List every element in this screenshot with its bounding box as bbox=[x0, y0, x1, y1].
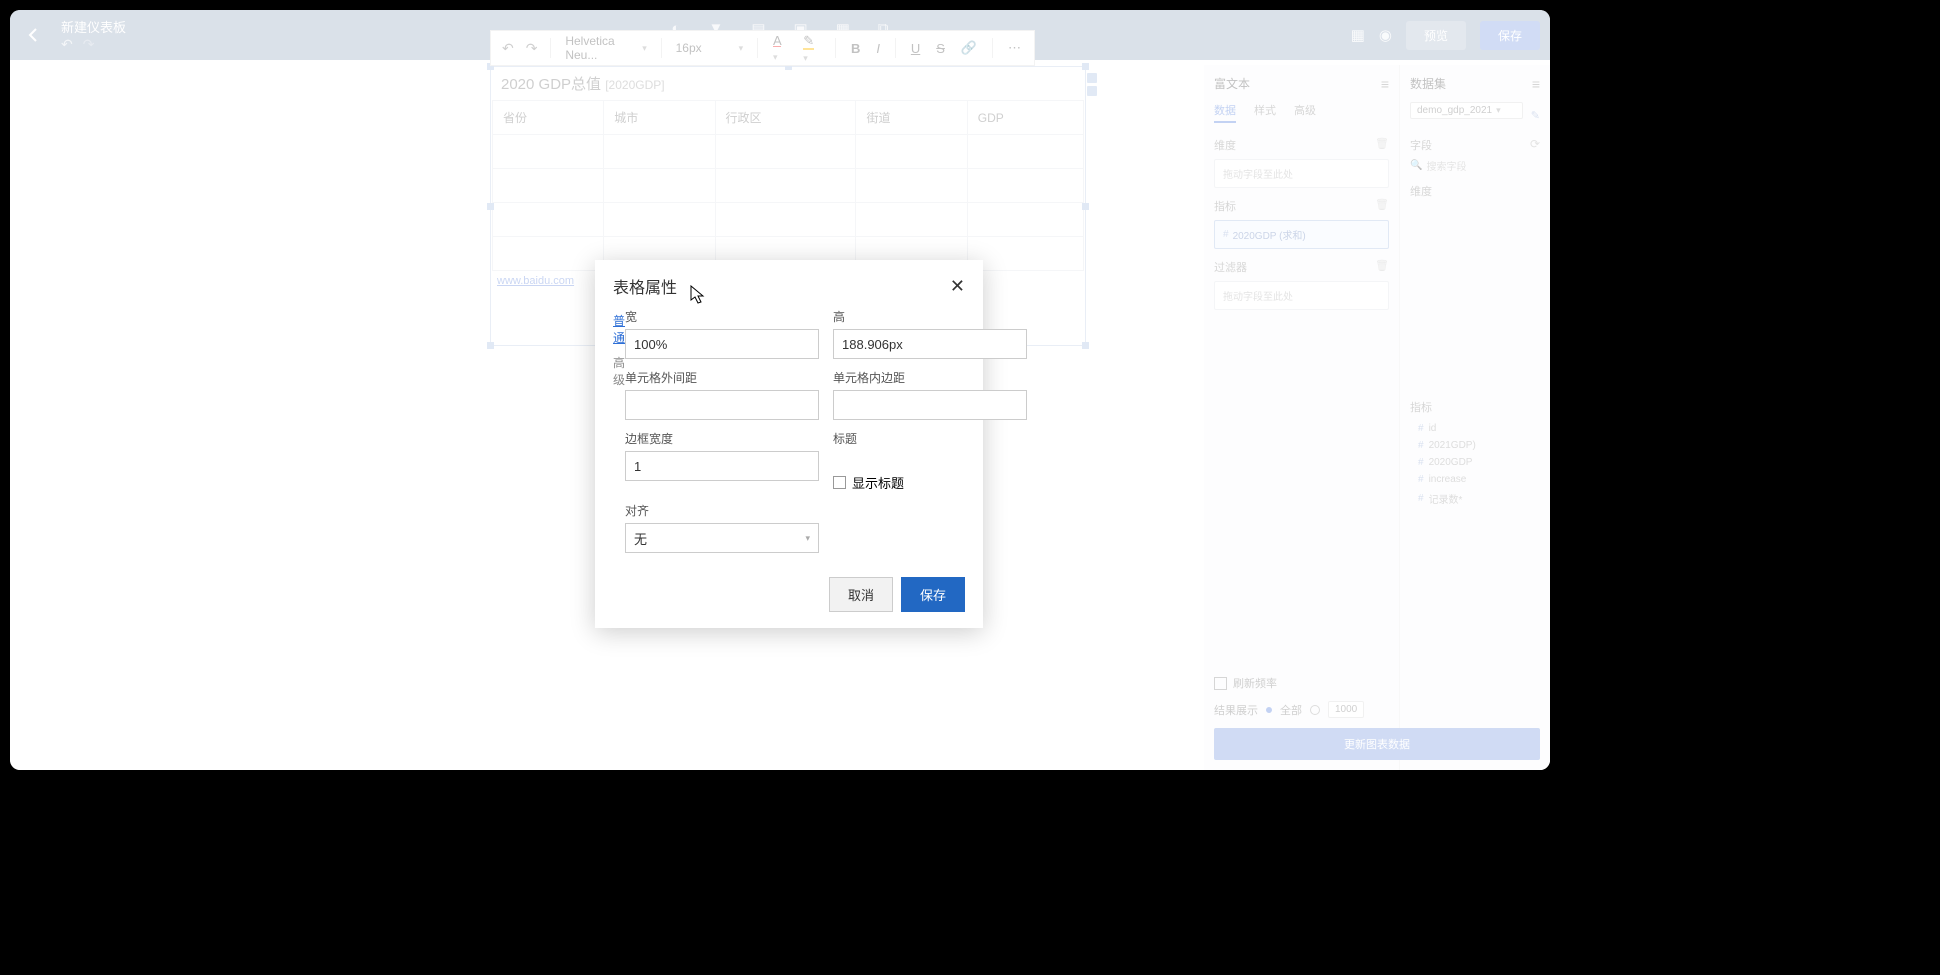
modal-title: 表格属性 bbox=[613, 274, 677, 298]
cell-padding-input[interactable] bbox=[833, 390, 1027, 420]
modal-nav: 普通 高级 bbox=[613, 308, 625, 553]
close-icon[interactable]: ✕ bbox=[950, 276, 965, 297]
table-properties-modal: 表格属性 ✕ 普通 高级 宽 高 单元格外间距 bbox=[595, 260, 983, 628]
border-width-input[interactable] bbox=[625, 451, 819, 481]
cell-spacing-label: 单元格外间距 bbox=[625, 369, 819, 386]
chevron-down-icon: ▾ bbox=[805, 533, 810, 544]
modal-nav-general[interactable]: 普通 bbox=[613, 312, 625, 346]
width-input[interactable] bbox=[625, 329, 819, 359]
align-label: 对齐 bbox=[625, 502, 819, 519]
width-label: 宽 bbox=[625, 308, 819, 325]
modal-form: 宽 高 单元格外间距 单元格内边距 边框宽度 bbox=[625, 308, 1027, 553]
caption-label: 标题 bbox=[833, 430, 1027, 447]
show-caption-label: 显示标题 bbox=[852, 473, 904, 492]
align-value: 无 bbox=[634, 529, 647, 548]
modal-save-button[interactable]: 保存 bbox=[901, 577, 965, 612]
border-width-label: 边框宽度 bbox=[625, 430, 819, 447]
cancel-button[interactable]: 取消 bbox=[829, 577, 893, 612]
height-label: 高 bbox=[833, 308, 1027, 325]
cell-spacing-input[interactable] bbox=[625, 390, 819, 420]
cell-padding-label: 单元格内边距 bbox=[833, 369, 1027, 386]
show-caption-checkbox[interactable] bbox=[833, 476, 846, 489]
align-select[interactable]: 无 ▾ bbox=[625, 523, 819, 553]
modal-nav-advanced[interactable]: 高级 bbox=[613, 354, 625, 388]
height-input[interactable] bbox=[833, 329, 1027, 359]
